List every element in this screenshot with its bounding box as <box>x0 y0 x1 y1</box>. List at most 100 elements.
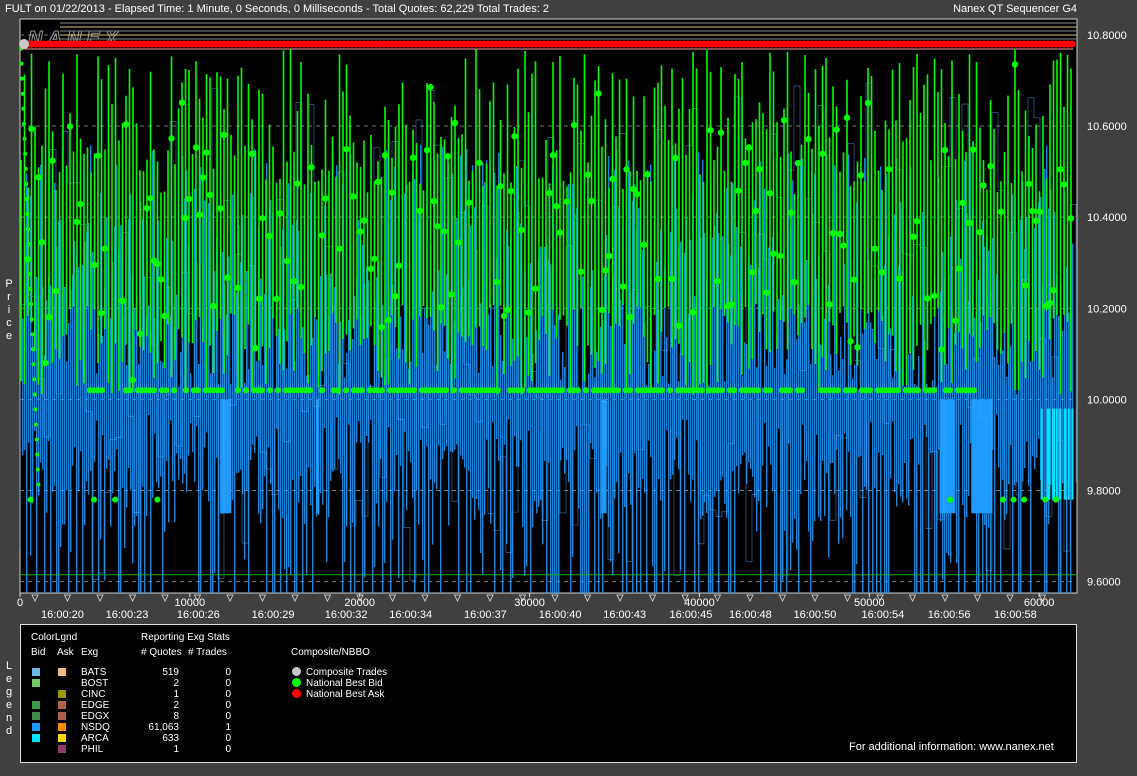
time-marker <box>1006 594 1014 602</box>
nsdq-bid-bar <box>126 365 128 508</box>
nsdq-bid-bar <box>540 246 542 501</box>
best-bid-point <box>336 245 343 252</box>
x-time-label: 16:00:58 <box>994 609 1037 620</box>
nsdq-bid-block <box>971 399 993 514</box>
best-bid-point <box>259 215 266 222</box>
exchange-name: EDGX <box>81 711 110 722</box>
time-marker <box>388 594 397 602</box>
best-bid-point <box>322 195 329 202</box>
bid-swatch <box>32 723 40 731</box>
time-marker <box>713 594 722 602</box>
best-bid-point <box>294 180 301 187</box>
nsdq-bid-bar <box>712 237 714 593</box>
nsdq-bid-bar <box>456 217 458 445</box>
best-bid-point <box>735 187 742 194</box>
best-bid-point <box>518 226 525 234</box>
best-bid-point <box>969 146 977 153</box>
best-bid-point <box>941 146 949 154</box>
best-bid-floor-point <box>267 387 273 394</box>
best-bid-floor-point <box>335 387 341 394</box>
nsdq-bid-bar <box>754 200 756 498</box>
nsdq-bid-bar <box>792 180 794 543</box>
best-bid-floor-point <box>755 387 761 394</box>
nsdq-bid-bar <box>930 390 932 453</box>
nsdq-bid-bar <box>372 393 374 593</box>
nsdq-bid-bar <box>110 317 112 527</box>
best-bid-open-point <box>31 362 36 367</box>
nsdq-bid-bar <box>246 270 248 490</box>
trade-count: 0 <box>225 689 231 700</box>
best-bid-point <box>791 278 798 286</box>
nsdq-bid-block <box>939 399 956 514</box>
best-bid-floor-point <box>947 387 953 394</box>
arca-bid-bar <box>1055 408 1058 500</box>
best-bid-point <box>77 200 84 208</box>
best-bid-open-point <box>22 136 27 141</box>
best-bid-point <box>609 175 616 183</box>
nsdq-bid-bar <box>390 199 392 593</box>
best-bid-point <box>255 295 263 302</box>
best-bid-point <box>588 197 595 205</box>
best-bid-point <box>409 154 417 161</box>
nsdq-bid-bar <box>96 373 98 421</box>
nsdq-bid-bar <box>148 305 150 415</box>
best-bid-point <box>290 278 298 285</box>
nsdq-bid-bar <box>98 333 100 593</box>
nsdq-bid-bar <box>694 296 696 593</box>
quote-count: 633 <box>162 733 179 744</box>
arca-bid-bar <box>1053 408 1056 500</box>
arca-bid-bar <box>1067 408 1070 500</box>
best-bid-point <box>283 257 291 265</box>
price-chart[interactable]: 10.8000 10.6000 10.4000 10.2000 10.0000 9.800… <box>0 0 1137 620</box>
best-bid-open-point <box>34 422 38 427</box>
best-bid-point <box>847 338 854 345</box>
nsdq-bid-bar <box>920 389 922 593</box>
best-bid-floor-point <box>443 387 449 394</box>
nsdq-bid-bar <box>678 381 680 470</box>
best-bid-point <box>441 228 448 235</box>
nsdq-bid-bar <box>918 355 920 465</box>
legend-col-bid: Bid <box>31 647 46 658</box>
exchange-name: ARCA <box>81 733 109 744</box>
best-bid-point <box>455 239 462 246</box>
footer-link[interactable]: For additional information: www.nanex.ne… <box>849 741 1054 753</box>
best-bid-point <box>840 242 847 249</box>
x-time-label: 16:00:34 <box>389 609 432 620</box>
best-bid-floor-point <box>659 387 665 394</box>
nsdq-bid-bar <box>66 361 68 491</box>
best-bid-floor-point <box>583 387 589 394</box>
best-bid-point <box>476 159 483 167</box>
trade-count: 0 <box>225 711 231 722</box>
nsdq-bid-bar <box>796 338 798 550</box>
best-bid-point <box>122 121 130 128</box>
nsdq-bid-bar <box>78 266 80 491</box>
best-bid-point <box>350 193 357 200</box>
best-bid-open-point <box>28 287 33 292</box>
best-bid-floor-point <box>451 387 457 394</box>
nsdq-bid-bar <box>442 146 444 460</box>
nsdq-bid-bar <box>106 217 108 469</box>
nsdq-bid-bar <box>418 208 420 525</box>
nsdq-bid-bar <box>1062 330 1064 484</box>
y-tick-label: 9.8000 <box>1087 486 1121 498</box>
y-tick-label: 10.0000 <box>1087 394 1127 406</box>
nsdq-bid-bar <box>892 378 894 422</box>
legend-col-quotes: # Quotes <box>141 647 182 658</box>
time-marker <box>421 594 429 602</box>
best-bid-floor-point <box>931 387 937 394</box>
best-bid-floor-point <box>319 387 325 394</box>
nsdq-bid-bar <box>834 165 836 495</box>
nsdq-bid-bar <box>54 182 56 486</box>
nsdq-bid-bar <box>724 381 726 504</box>
best-bid-point <box>465 199 473 206</box>
nsdq-bid-bar <box>770 349 772 465</box>
x-time-label: 16:00:56 <box>928 609 971 620</box>
x-time-label: 16:00:29 <box>252 609 295 620</box>
nsdq-bid-bar <box>136 297 138 516</box>
nsdq-bid-bar <box>460 155 462 456</box>
best-bid-point <box>217 205 224 212</box>
best-bid-point <box>101 245 109 252</box>
nsdq-bid-bar <box>842 359 844 539</box>
best-bid-open-point <box>21 106 26 111</box>
best-bid-point <box>833 126 840 133</box>
